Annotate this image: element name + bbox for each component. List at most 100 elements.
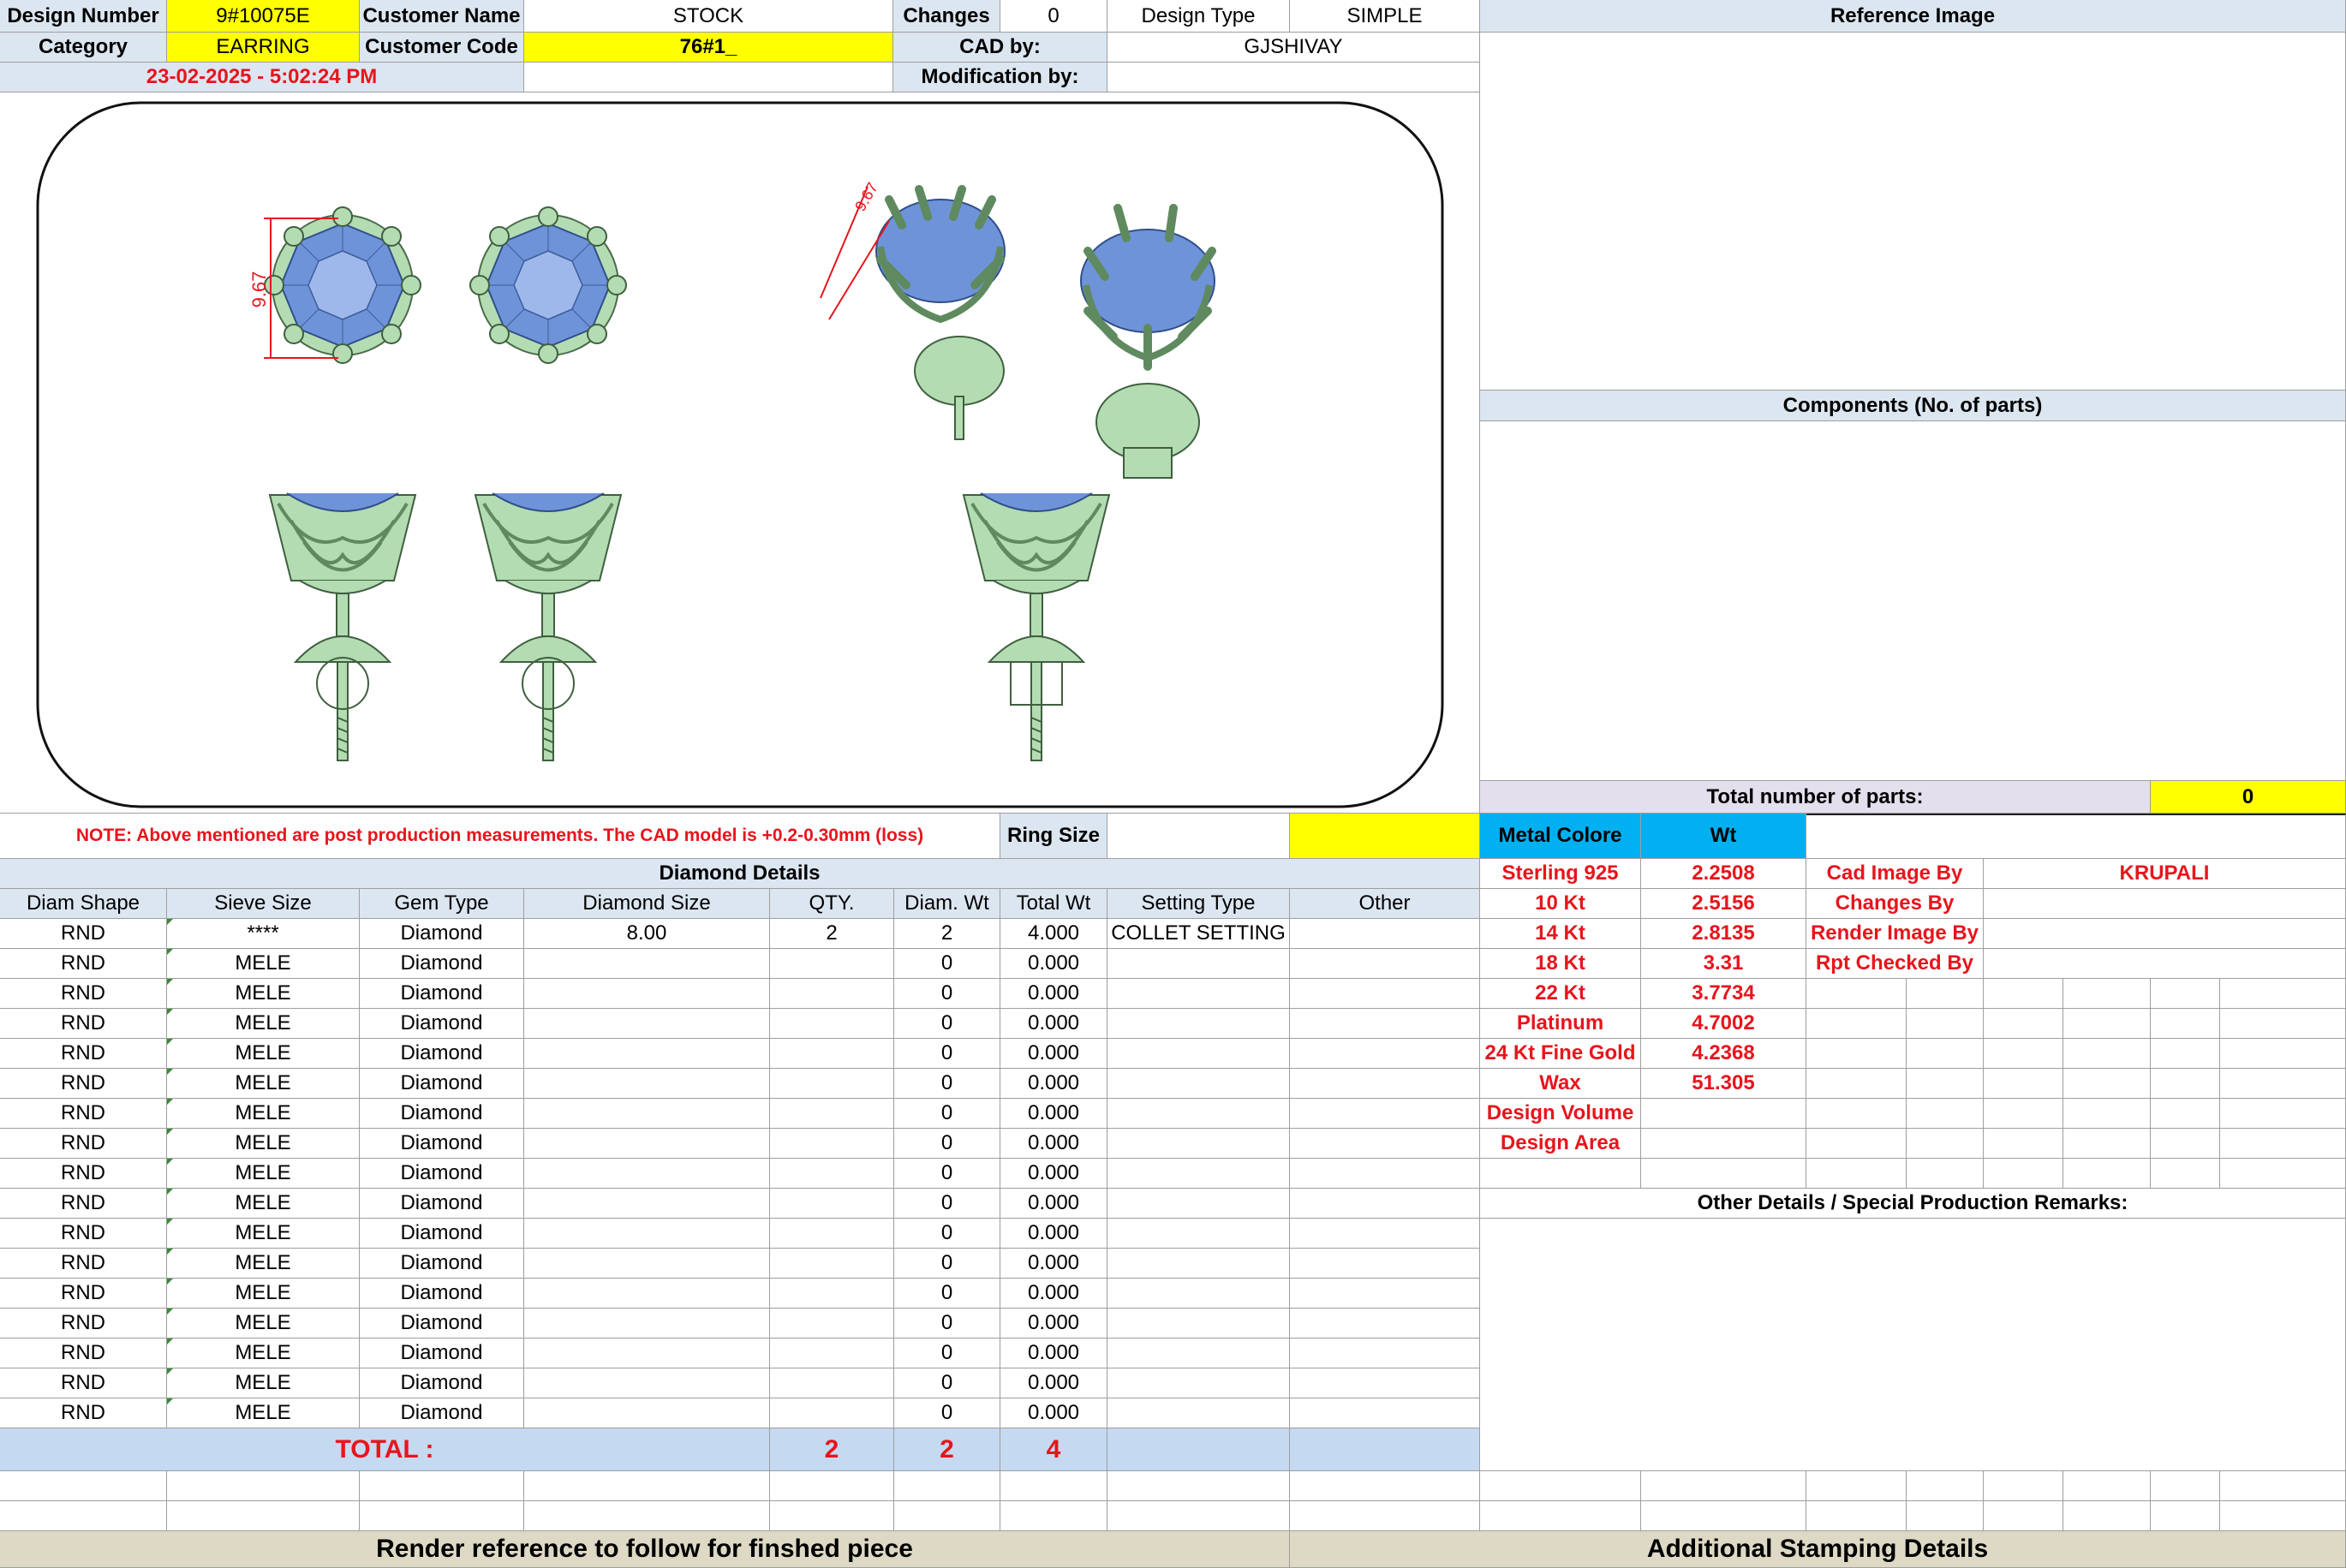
table-cell-total-wt[interactable]: 0.000 — [1000, 1039, 1107, 1069]
design-number-value[interactable]: 9#10075E — [167, 0, 360, 33]
table-cell-qty[interactable] — [770, 1398, 894, 1428]
blank-cell[interactable] — [1984, 1099, 2063, 1129]
table-cell-qty[interactable] — [770, 1129, 894, 1159]
table-cell-gem-type[interactable]: Diamond — [360, 1219, 524, 1249]
blank-cell[interactable] — [2220, 1159, 2346, 1189]
table-cell-total-wt[interactable]: 0.000 — [1000, 979, 1107, 1009]
table-cell-diamond-size[interactable] — [524, 1159, 770, 1189]
other-details-area[interactable] — [1480, 1219, 2346, 1471]
table-cell-qty[interactable] — [770, 1099, 894, 1129]
blank-cell[interactable] — [770, 1501, 894, 1531]
blank-cell[interactable] — [1806, 1159, 1907, 1189]
table-cell-total-wt[interactable]: 0.000 — [1000, 1279, 1107, 1309]
blank-cell[interactable] — [1806, 979, 1907, 1009]
table-cell-total-wt[interactable]: 0.000 — [1000, 1338, 1107, 1368]
blank-cell[interactable] — [1907, 1159, 1984, 1189]
table-cell-qty[interactable] — [770, 1159, 894, 1189]
table-cell-diamond-size[interactable] — [524, 979, 770, 1009]
metal-weight[interactable]: 2.2508 — [1641, 859, 1806, 889]
table-cell-diam-wt[interactable]: 0 — [894, 1009, 1000, 1039]
reference-image-area[interactable] — [1480, 33, 2346, 391]
table-cell-other[interactable] — [1290, 1189, 1480, 1219]
table-cell-sieve-size[interactable]: MELE — [167, 1398, 360, 1428]
blank-cell[interactable] — [2151, 1159, 2220, 1189]
table-cell-sieve-size[interactable]: MELE — [167, 1279, 360, 1309]
customer-code-value[interactable]: 76#1_ — [524, 33, 893, 63]
table-cell-setting-type[interactable] — [1107, 1069, 1290, 1099]
table-cell-total-wt[interactable]: 0.000 — [1000, 1309, 1107, 1338]
table-cell-diam-shape[interactable]: RND — [0, 1039, 167, 1069]
blank-cell[interactable] — [2220, 1069, 2346, 1099]
blank-cell[interactable] — [1641, 1471, 1806, 1501]
blank-cell[interactable] — [0, 1471, 167, 1501]
metal-weight[interactable]: 4.7002 — [1641, 1009, 1806, 1039]
table-cell-qty[interactable] — [770, 1219, 894, 1249]
table-cell-diam-shape[interactable]: RND — [0, 1009, 167, 1039]
blank-cell[interactable] — [1907, 1099, 1984, 1129]
blank-cell[interactable] — [2063, 1039, 2151, 1069]
components-area[interactable] — [1480, 421, 2346, 781]
table-cell-diam-shape[interactable]: RND — [0, 1159, 167, 1189]
blank-cell[interactable] — [1806, 1009, 1907, 1039]
table-cell-sieve-size[interactable]: MELE — [167, 979, 360, 1009]
table-cell-other[interactable] — [1290, 1398, 1480, 1428]
table-cell-diamond-size[interactable] — [524, 1249, 770, 1279]
customer-name-value[interactable]: STOCK — [524, 0, 893, 33]
table-cell-sieve-size[interactable]: **** — [167, 919, 360, 949]
table-cell-setting-type[interactable] — [1107, 949, 1290, 979]
table-cell-diam-shape[interactable]: RND — [0, 1069, 167, 1099]
table-cell-diam-shape[interactable]: RND — [0, 1099, 167, 1129]
table-cell-other[interactable] — [1290, 1249, 1480, 1279]
blank-cell[interactable] — [1107, 1471, 1290, 1501]
metal-weight[interactable]: 2.5156 — [1641, 889, 1806, 919]
table-cell-other[interactable] — [1290, 1159, 1480, 1189]
blank-cell[interactable] — [1984, 1159, 2063, 1189]
blank-cell[interactable] — [2220, 1099, 2346, 1129]
blank-cell[interactable] — [2151, 1009, 2220, 1039]
blank-cell[interactable] — [524, 1471, 770, 1501]
table-cell-diamond-size[interactable] — [524, 1069, 770, 1099]
metal-weight[interactable]: 4.2368 — [1641, 1039, 1806, 1069]
table-cell-other[interactable] — [1290, 1069, 1480, 1099]
blank-cell[interactable] — [2151, 1099, 2220, 1129]
blank-cell[interactable] — [1806, 1471, 1907, 1501]
blank-cell[interactable] — [1907, 1009, 1984, 1039]
blank-cell[interactable] — [2220, 1501, 2346, 1531]
table-cell-diam-wt[interactable]: 0 — [894, 1279, 1000, 1309]
table-cell-diamond-size[interactable] — [524, 949, 770, 979]
table-cell-setting-type[interactable] — [1107, 979, 1290, 1009]
blank-cell[interactable] — [1984, 1471, 2063, 1501]
table-cell-other[interactable] — [1290, 1009, 1480, 1039]
table-cell-other[interactable] — [1290, 1309, 1480, 1338]
table-cell-qty[interactable] — [770, 979, 894, 1009]
design-type-value[interactable]: SIMPLE — [1290, 0, 1480, 33]
blank-cell[interactable] — [1480, 1159, 1641, 1189]
table-cell-setting-type[interactable] — [1107, 1249, 1290, 1279]
table-cell-other[interactable] — [1290, 1219, 1480, 1249]
table-cell-gem-type[interactable]: Diamond — [360, 1398, 524, 1428]
blank-cell[interactable] — [1984, 979, 2063, 1009]
table-cell-diamond-size[interactable] — [524, 1129, 770, 1159]
ring-size-highlight[interactable] — [1290, 814, 1480, 859]
table-cell-setting-type[interactable]: COLLET SETTING — [1107, 919, 1290, 949]
blank-cell[interactable] — [894, 1501, 1000, 1531]
table-cell-gem-type[interactable]: Diamond — [360, 979, 524, 1009]
blank-cell[interactable] — [1290, 1471, 1480, 1501]
table-cell-diam-shape[interactable]: RND — [0, 1129, 167, 1159]
blank-cell[interactable] — [2151, 1129, 2220, 1159]
blank-cell[interactable] — [167, 1471, 360, 1501]
table-cell-diamond-size[interactable] — [524, 1368, 770, 1398]
table-cell-diam-wt[interactable]: 0 — [894, 1069, 1000, 1099]
table-cell-qty[interactable] — [770, 1009, 894, 1039]
blank-cell[interactable] — [1107, 1501, 1290, 1531]
table-cell-total-wt[interactable]: 0.000 — [1000, 1189, 1107, 1219]
table-cell-total-wt[interactable]: 0.000 — [1000, 1219, 1107, 1249]
blank-cell[interactable] — [2220, 1039, 2346, 1069]
blank-cell[interactable] — [1806, 1099, 1907, 1129]
changes-value[interactable]: 0 — [1000, 0, 1107, 33]
table-cell-setting-type[interactable] — [1107, 1159, 1290, 1189]
table-cell-qty[interactable] — [770, 1189, 894, 1219]
table-cell-diam-shape[interactable]: RND — [0, 1279, 167, 1309]
metal-weight[interactable]: 2.8135 — [1641, 919, 1806, 949]
table-cell-diam-wt[interactable]: 0 — [894, 1368, 1000, 1398]
